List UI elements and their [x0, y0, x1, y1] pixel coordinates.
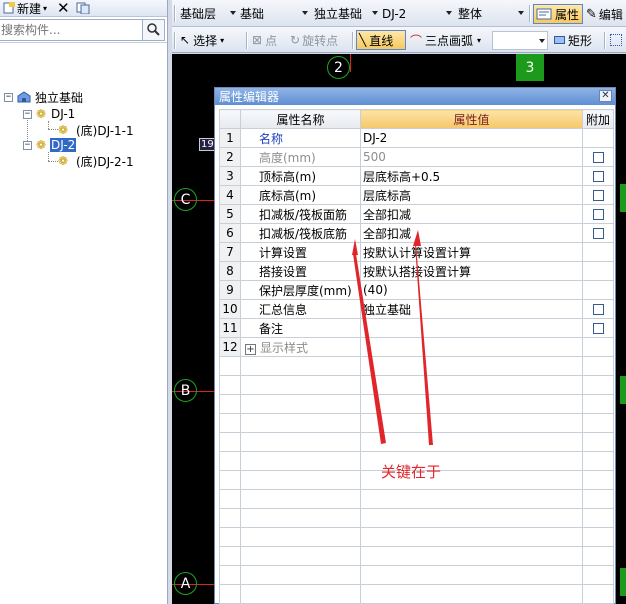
edit-button-label: 编辑 [598, 7, 623, 22]
annotation-arrow-head [352, 239, 358, 255]
line-button-label: 直线 [369, 33, 394, 48]
tree-subitem-dj1-1[interactable]: ❁ (底)DJ-1-1 [57, 122, 134, 138]
annotation-arrow-head [413, 230, 421, 246]
annotation-text: 关键在于 [381, 463, 442, 481]
rect-button[interactable]: 矩形 [554, 30, 592, 50]
rotate-point-button-label: 旋转点 [302, 33, 339, 48]
property-button-label: 属性 [555, 7, 580, 22]
toolbar-separator [352, 32, 354, 49]
annotation-arrow [353, 254, 386, 444]
search-input[interactable] [0, 18, 143, 41]
arc-button[interactable]: ⌒ 三点画弧 ▾ [410, 30, 481, 50]
axis-label-3: 3 [516, 54, 544, 81]
foundation-icon [17, 91, 31, 103]
point-button-label: 点 [265, 33, 278, 48]
green-marker [620, 568, 626, 596]
toolbar-separator [529, 5, 531, 22]
new-button-label: 新建 [17, 1, 42, 16]
axis-label-2: 2 [327, 56, 350, 79]
chevron-down-icon[interactable]: ▾ [477, 36, 481, 45]
axis-label-a: A [174, 572, 197, 595]
tree-subitem-dj2-1[interactable]: ❁ (底)DJ-2-1 [57, 153, 134, 169]
copy-icon[interactable] [73, 0, 93, 17]
type-select[interactable]: 独立基础 [314, 4, 380, 23]
gear-icon: ❁ [57, 154, 69, 168]
new-doc-icon [3, 2, 15, 14]
collapse-icon[interactable]: − [23, 140, 32, 150]
scope-select[interactable]: 整体 [458, 4, 526, 23]
component-select-value: DJ-2 [382, 6, 407, 21]
green-marker [620, 184, 626, 212]
toolbar-separator [174, 5, 176, 22]
gear-icon: ❁ [57, 123, 69, 137]
point-button[interactable]: ⊠ 点 [252, 30, 277, 50]
layer-select[interactable]: 基础层 [180, 4, 238, 23]
snap-icon [610, 34, 622, 46]
new-dropdown-icon[interactable]: ▾ [43, 4, 47, 13]
component-tree-panel: 新建 ▾ ✕ − 独立基础 − ❁ DJ-1 ❁ (底) [0, 0, 168, 604]
tree-item-dj1[interactable]: − ❁ DJ-1 [23, 106, 75, 122]
chevron-down-icon[interactable]: ▾ [220, 36, 224, 45]
collapse-icon[interactable]: − [23, 109, 32, 119]
line-icon: ╲ [359, 33, 367, 47]
component-select[interactable]: DJ-2 [382, 4, 454, 23]
gear-icon: ❁ [35, 107, 47, 121]
category-select-value: 基础 [240, 7, 265, 21]
annotation-arrows [352, 230, 433, 445]
toolbar-separator [604, 32, 606, 49]
edit-button[interactable]: ✎ 编辑 [586, 4, 626, 24]
tree-item-dj2[interactable]: − ❁ DJ-2 [23, 137, 77, 153]
layer-toolbar: 基础层 基础 独立基础 DJ-2 整体 属性 ✎ 编辑 [172, 0, 626, 27]
rotate-icon: ↻ [290, 33, 301, 47]
rect-icon [554, 36, 565, 44]
arc-icon: ⌒ [410, 33, 423, 48]
delete-icon[interactable]: ✕ [54, 0, 73, 17]
draw-mode-select[interactable] [492, 31, 548, 50]
tree-item-label: DJ-1 [51, 107, 76, 121]
collapse-icon[interactable]: − [4, 92, 13, 102]
line-button[interactable]: ╲ 直线 [356, 30, 406, 50]
property-button[interactable]: 属性 [533, 4, 583, 24]
tree-item-label-selected: DJ-2 [50, 138, 77, 152]
gear-icon: ❁ [35, 138, 47, 152]
scope-select-value: 整体 [458, 7, 483, 21]
select-button[interactable]: ↖ 选择 ▾ [180, 30, 224, 50]
snap-button[interactable] [610, 30, 622, 50]
axis-label-c: C [174, 188, 197, 211]
search-row [0, 17, 167, 43]
axis-label-b: B [174, 379, 197, 402]
tree-root-item[interactable]: − 独立基础 [4, 89, 83, 105]
tree-toolbar: 新建 ▾ ✕ [0, 0, 167, 17]
rect-button-label: 矩形 [568, 33, 593, 48]
rotate-point-button[interactable]: ↻ 旋转点 [290, 30, 338, 50]
green-marker [620, 376, 626, 404]
new-button[interactable]: 新建 ▾ [0, 0, 50, 17]
arc-button-label: 三点画弧 [425, 33, 474, 48]
point-icon: ⊠ [252, 33, 263, 47]
search-icon[interactable] [143, 18, 165, 41]
tree-subitem-label: (底)DJ-2-1 [76, 154, 134, 169]
category-select[interactable]: 基础 [240, 4, 310, 23]
pencil-icon: ✎ [586, 6, 597, 22]
tree-subitem-label: (底)DJ-1-1 [76, 123, 134, 138]
property-editor-dialog: 属性编辑器 ✕ 属性名称 属性值 附加 1 名称 DJ-2 2 高度(mm) 500 3 顶标… [214, 87, 616, 604]
axis-line-2 [350, 54, 351, 72]
type-select-value: 独立基础 [314, 7, 363, 21]
toolbar-separator [174, 32, 176, 49]
tree-root-label: 独立基础 [35, 90, 84, 105]
draw-toolbar: ↖ 选择 ▾ ⊠ 点 ↻ 旋转点 ╲ 直线 ⌒ 三点画弧 ▾ 矩形 [172, 27, 626, 53]
toolbar-separator [246, 32, 248, 49]
cursor-icon: ↖ [180, 33, 191, 47]
property-icon [536, 8, 552, 20]
annotation-arrow [415, 245, 433, 445]
layer-select-value: 基础层 [180, 7, 217, 21]
select-button-label: 选择 [193, 33, 218, 48]
